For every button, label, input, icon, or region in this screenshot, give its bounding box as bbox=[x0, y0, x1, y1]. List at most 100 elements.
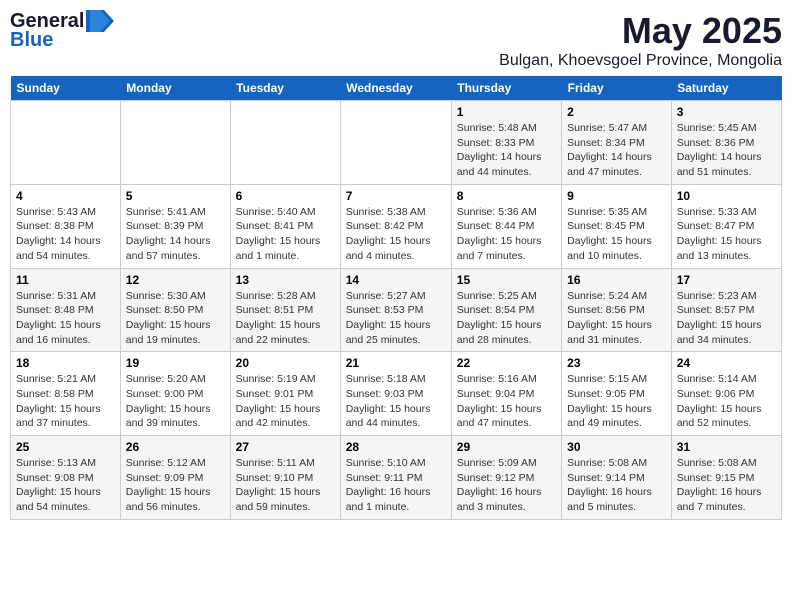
week-row-3: 11 Sunrise: 5:31 AM Sunset: 8:48 PM Dayli… bbox=[11, 268, 782, 352]
day-number: 7 bbox=[346, 189, 446, 203]
day-cell: 19 Sunrise: 5:20 AM Sunset: 9:00 PM Dayli… bbox=[120, 352, 230, 436]
day-info: Sunrise: 5:45 AM Sunset: 8:36 PM Dayligh… bbox=[677, 121, 776, 180]
day-info: Sunrise: 5:24 AM Sunset: 8:56 PM Dayligh… bbox=[567, 289, 666, 348]
day-info: Sunrise: 5:30 AM Sunset: 8:50 PM Dayligh… bbox=[126, 289, 225, 348]
day-info: Sunrise: 5:43 AM Sunset: 8:38 PM Dayligh… bbox=[16, 205, 115, 264]
day-info: Sunrise: 5:08 AM Sunset: 9:15 PM Dayligh… bbox=[677, 456, 776, 515]
day-number: 22 bbox=[457, 356, 556, 370]
day-info: Sunrise: 5:35 AM Sunset: 8:45 PM Dayligh… bbox=[567, 205, 666, 264]
title-location: Bulgan, Khoevsgoel Province, Mongolia bbox=[499, 52, 782, 70]
col-header-sunday: Sunday bbox=[11, 76, 121, 101]
day-cell: 12 Sunrise: 5:30 AM Sunset: 8:50 PM Dayli… bbox=[120, 268, 230, 352]
day-cell: 17Sunrise: 5:23 AM Sunset: 8:57 PM Dayli… bbox=[671, 268, 781, 352]
day-info: Sunrise: 5:36 AM Sunset: 8:44 PM Dayligh… bbox=[457, 205, 556, 264]
col-header-tuesday: Tuesday bbox=[230, 76, 340, 101]
day-cell: 8 Sunrise: 5:36 AM Sunset: 8:44 PM Daylig… bbox=[451, 184, 561, 268]
day-number: 13 bbox=[236, 273, 335, 287]
col-header-thursday: Thursday bbox=[451, 76, 561, 101]
day-cell: 15Sunrise: 5:25 AM Sunset: 8:54 PM Dayli… bbox=[451, 268, 561, 352]
day-number: 19 bbox=[126, 356, 225, 370]
day-info: Sunrise: 5:09 AM Sunset: 9:12 PM Dayligh… bbox=[457, 456, 556, 515]
day-number: 2 bbox=[567, 105, 666, 119]
day-info: Sunrise: 5:08 AM Sunset: 9:14 PM Dayligh… bbox=[567, 456, 666, 515]
day-cell: 22Sunrise: 5:16 AM Sunset: 9:04 PM Dayli… bbox=[451, 352, 561, 436]
week-row-2: 4 Sunrise: 5:43 AM Sunset: 8:38 PM Daylig… bbox=[11, 184, 782, 268]
day-number: 10 bbox=[677, 189, 776, 203]
day-number: 28 bbox=[346, 440, 446, 454]
day-info: Sunrise: 5:10 AM Sunset: 9:11 PM Dayligh… bbox=[346, 456, 446, 515]
logo: General Blue bbox=[10, 10, 114, 52]
day-cell: 29Sunrise: 5:09 AM Sunset: 9:12 PM Dayli… bbox=[451, 436, 561, 520]
day-info: Sunrise: 5:28 AM Sunset: 8:51 PM Dayligh… bbox=[236, 289, 335, 348]
day-info: Sunrise: 5:40 AM Sunset: 8:41 PM Dayligh… bbox=[236, 205, 335, 264]
day-cell: 3 Sunrise: 5:45 AM Sunset: 8:36 PM Daylig… bbox=[671, 101, 781, 185]
day-number: 4 bbox=[16, 189, 115, 203]
day-cell: 16 Sunrise: 5:24 AM Sunset: 8:56 PM Dayli… bbox=[562, 268, 672, 352]
day-cell: 30 Sunrise: 5:08 AM Sunset: 9:14 PM Dayli… bbox=[562, 436, 672, 520]
day-cell: 13 Sunrise: 5:28 AM Sunset: 8:51 PM Dayli… bbox=[230, 268, 340, 352]
day-cell bbox=[120, 101, 230, 185]
day-number: 18 bbox=[16, 356, 115, 370]
title-month: May 2025 bbox=[499, 10, 782, 52]
day-cell: 26Sunrise: 5:12 AM Sunset: 9:09 PM Dayli… bbox=[120, 436, 230, 520]
day-cell: 21 Sunrise: 5:18 AM Sunset: 9:03 PM Dayli… bbox=[340, 352, 451, 436]
day-info: Sunrise: 5:48 AM Sunset: 8:33 PM Dayligh… bbox=[457, 121, 556, 180]
week-row-1: 1 Sunrise: 5:48 AM Sunset: 8:33 PM Daylig… bbox=[11, 101, 782, 185]
day-cell: 9Sunrise: 5:35 AM Sunset: 8:45 PM Daylig… bbox=[562, 184, 672, 268]
day-cell: 25 Sunrise: 5:13 AM Sunset: 9:08 PM Dayli… bbox=[11, 436, 121, 520]
day-info: Sunrise: 5:20 AM Sunset: 9:00 PM Dayligh… bbox=[126, 372, 225, 431]
day-cell: 14 Sunrise: 5:27 AM Sunset: 8:53 PM Dayli… bbox=[340, 268, 451, 352]
day-info: Sunrise: 5:13 AM Sunset: 9:08 PM Dayligh… bbox=[16, 456, 115, 515]
day-info: Sunrise: 5:33 AM Sunset: 8:47 PM Dayligh… bbox=[677, 205, 776, 264]
day-number: 3 bbox=[677, 105, 776, 119]
day-number: 26 bbox=[126, 440, 225, 454]
page-header: General Blue May 2025 Bulgan, Khoevsgoel… bbox=[10, 10, 782, 70]
day-number: 31 bbox=[677, 440, 776, 454]
logo-icon bbox=[86, 10, 114, 32]
day-cell: 28 Sunrise: 5:10 AM Sunset: 9:11 PM Dayli… bbox=[340, 436, 451, 520]
day-info: Sunrise: 5:27 AM Sunset: 8:53 PM Dayligh… bbox=[346, 289, 446, 348]
day-cell: 10 Sunrise: 5:33 AM Sunset: 8:47 PM Dayli… bbox=[671, 184, 781, 268]
day-cell: 20 Sunrise: 5:19 AM Sunset: 9:01 PM Dayli… bbox=[230, 352, 340, 436]
day-cell: 18Sunrise: 5:21 AM Sunset: 8:58 PM Dayli… bbox=[11, 352, 121, 436]
logo-blue: Blue bbox=[10, 29, 53, 52]
day-info: Sunrise: 5:38 AM Sunset: 8:42 PM Dayligh… bbox=[346, 205, 446, 264]
day-info: Sunrise: 5:25 AM Sunset: 8:54 PM Dayligh… bbox=[457, 289, 556, 348]
day-number: 5 bbox=[126, 189, 225, 203]
week-row-5: 25 Sunrise: 5:13 AM Sunset: 9:08 PM Dayli… bbox=[11, 436, 782, 520]
col-header-wednesday: Wednesday bbox=[340, 76, 451, 101]
day-cell bbox=[230, 101, 340, 185]
day-cell: 4 Sunrise: 5:43 AM Sunset: 8:38 PM Daylig… bbox=[11, 184, 121, 268]
day-number: 30 bbox=[567, 440, 666, 454]
day-cell: 7 Sunrise: 5:38 AM Sunset: 8:42 PM Daylig… bbox=[340, 184, 451, 268]
day-number: 16 bbox=[567, 273, 666, 287]
day-info: Sunrise: 5:23 AM Sunset: 8:57 PM Dayligh… bbox=[677, 289, 776, 348]
day-number: 25 bbox=[16, 440, 115, 454]
col-header-saturday: Saturday bbox=[671, 76, 781, 101]
day-number: 23 bbox=[567, 356, 666, 370]
day-info: Sunrise: 5:11 AM Sunset: 9:10 PM Dayligh… bbox=[236, 456, 335, 515]
day-number: 14 bbox=[346, 273, 446, 287]
day-cell: 1 Sunrise: 5:48 AM Sunset: 8:33 PM Daylig… bbox=[451, 101, 561, 185]
day-number: 1 bbox=[457, 105, 556, 119]
day-info: Sunrise: 5:18 AM Sunset: 9:03 PM Dayligh… bbox=[346, 372, 446, 431]
day-number: 21 bbox=[346, 356, 446, 370]
day-cell: 2 Sunrise: 5:47 AM Sunset: 8:34 PM Daylig… bbox=[562, 101, 672, 185]
day-info: Sunrise: 5:41 AM Sunset: 8:39 PM Dayligh… bbox=[126, 205, 225, 264]
day-number: 6 bbox=[236, 189, 335, 203]
day-number: 12 bbox=[126, 273, 225, 287]
day-number: 20 bbox=[236, 356, 335, 370]
day-cell: 24Sunrise: 5:14 AM Sunset: 9:06 PM Dayli… bbox=[671, 352, 781, 436]
day-info: Sunrise: 5:47 AM Sunset: 8:34 PM Dayligh… bbox=[567, 121, 666, 180]
day-info: Sunrise: 5:19 AM Sunset: 9:01 PM Dayligh… bbox=[236, 372, 335, 431]
day-cell: 11 Sunrise: 5:31 AM Sunset: 8:48 PM Dayli… bbox=[11, 268, 121, 352]
day-info: Sunrise: 5:31 AM Sunset: 8:48 PM Dayligh… bbox=[16, 289, 115, 348]
day-number: 8 bbox=[457, 189, 556, 203]
day-number: 11 bbox=[16, 273, 115, 287]
col-header-monday: Monday bbox=[120, 76, 230, 101]
day-info: Sunrise: 5:15 AM Sunset: 9:05 PM Dayligh… bbox=[567, 372, 666, 431]
calendar-table: SundayMondayTuesdayWednesdayThursdayFrid… bbox=[10, 76, 782, 520]
day-number: 24 bbox=[677, 356, 776, 370]
title-block: May 2025 Bulgan, Khoevsgoel Province, Mo… bbox=[499, 10, 782, 70]
header-row: SundayMondayTuesdayWednesdayThursdayFrid… bbox=[11, 76, 782, 101]
